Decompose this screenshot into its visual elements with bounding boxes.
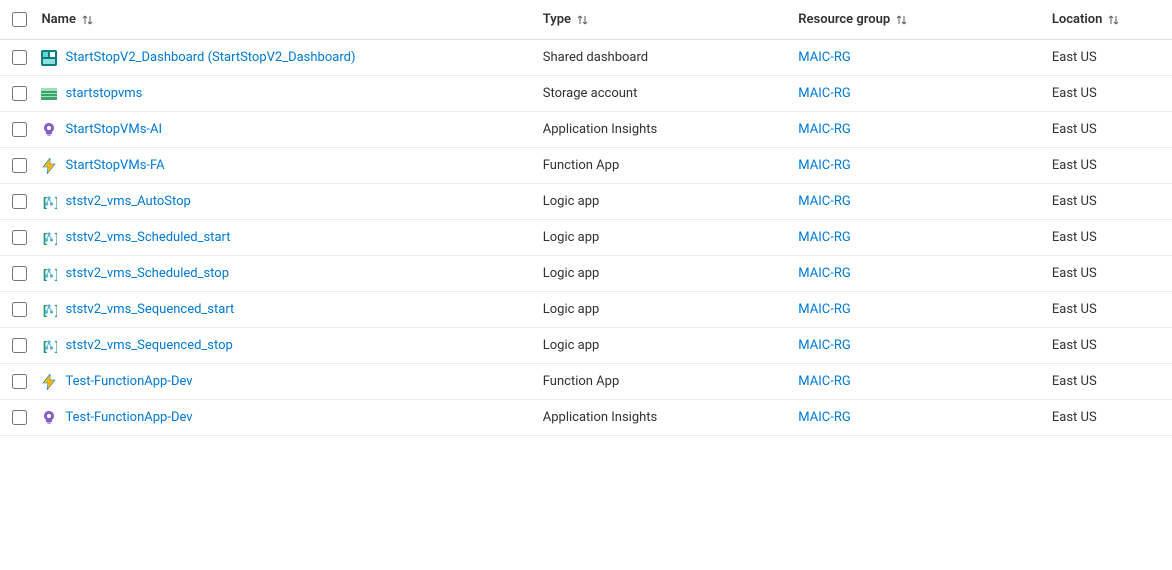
resource-name-link[interactable]: ststv2_vms_AutoStop — [65, 194, 190, 209]
row-checkbox[interactable] — [12, 266, 27, 281]
resource-location: East US — [1052, 194, 1097, 209]
resource-type: Storage account — [543, 86, 638, 101]
resource-name-link[interactable]: StartStopV2_Dashboard (StartStopV2_Dashb… — [65, 50, 355, 65]
function-app-icon — [41, 158, 57, 174]
table-row: ststv2_vms_Scheduled_stop Logic app MAIC-R… — [0, 256, 1172, 292]
table-row: StartStopV2_Dashboard (StartStopV2_Dashb… — [0, 40, 1172, 76]
resource-location: East US — [1052, 230, 1097, 245]
resource-group-link[interactable]: MAIC-RG — [798, 50, 850, 65]
row-checkbox[interactable] — [12, 338, 27, 353]
resource-name-link[interactable]: Test-FunctionApp-Dev — [65, 374, 192, 389]
dashboard-icon — [41, 50, 57, 66]
row-checkbox[interactable] — [12, 50, 27, 65]
column-header-type[interactable]: Type — [543, 12, 588, 27]
column-header-name[interactable]: Name — [41, 12, 92, 27]
resource-type: Logic app — [543, 194, 600, 209]
table-row: ststv2_vms_AutoStop Logic app MAIC-RG East … — [0, 184, 1172, 220]
resource-location: East US — [1052, 410, 1097, 425]
resource-location: East US — [1052, 266, 1097, 281]
resource-type: Logic app — [543, 266, 600, 281]
resource-type: Shared dashboard — [543, 50, 648, 65]
resource-name-link[interactable]: startstopvms — [65, 86, 142, 101]
resource-location: East US — [1052, 338, 1097, 353]
resource-name-link[interactable]: StartStopVMs-AI — [65, 122, 162, 137]
row-checkbox[interactable] — [12, 158, 27, 173]
resource-type: Function App — [543, 158, 620, 173]
resource-name-link[interactable]: ststv2_vms_Sequenced_start — [65, 302, 234, 317]
sort-updown-icon — [82, 15, 93, 25]
row-checkbox[interactable] — [12, 230, 27, 245]
resource-group-link[interactable]: MAIC-RG — [798, 302, 850, 317]
sort-updown-icon — [896, 15, 907, 25]
resource-name-link[interactable]: ststv2_vms_Scheduled_stop — [65, 266, 229, 281]
table-body: StartStopV2_Dashboard (StartStopV2_Dashb… — [0, 40, 1172, 436]
resource-type: Application Insights — [543, 410, 658, 425]
column-header-label: Name — [41, 12, 75, 27]
resource-group-link[interactable]: MAIC-RG — [798, 338, 850, 353]
resource-name-link[interactable]: ststv2_vms_Sequenced_stop — [65, 338, 232, 353]
resource-name-link[interactable]: ststv2_vms_Scheduled_start — [65, 230, 230, 245]
row-checkbox[interactable] — [12, 86, 27, 101]
resource-location: East US — [1052, 50, 1097, 65]
table-row: Test-FunctionApp-Dev Function App MAIC-RG E… — [0, 364, 1172, 400]
sort-updown-icon — [1108, 15, 1119, 25]
resource-location: East US — [1052, 86, 1097, 101]
resource-type: Logic app — [543, 302, 600, 317]
column-header-label: Type — [543, 12, 571, 27]
column-header-label: Resource group — [798, 12, 890, 27]
column-header-location[interactable]: Location — [1052, 12, 1120, 27]
column-header-label: Location — [1052, 12, 1103, 27]
storage-account-icon — [41, 86, 57, 102]
row-checkbox[interactable] — [12, 194, 27, 209]
resource-group-link[interactable]: MAIC-RG — [798, 230, 850, 245]
resource-type: Logic app — [543, 338, 600, 353]
table-row: ststv2_vms_Sequenced_start Logic app MAIC-… — [0, 292, 1172, 328]
logic-app-icon — [41, 266, 57, 282]
row-checkbox[interactable] — [12, 122, 27, 137]
function-app-icon — [41, 374, 57, 390]
resources-table: Name Type Resource group Location StartS… — [0, 0, 1172, 436]
table-row: startstopvms Storage account MAIC-RG East U… — [0, 76, 1172, 112]
resource-name-link[interactable]: Test-FunctionApp-Dev — [65, 410, 192, 425]
application-insights-icon — [41, 410, 57, 426]
resource-location: East US — [1052, 302, 1097, 317]
resource-group-link[interactable]: MAIC-RG — [798, 374, 850, 389]
resource-group-link[interactable]: MAIC-RG — [798, 122, 850, 137]
resource-type: Logic app — [543, 230, 600, 245]
table-row: Test-FunctionApp-Dev Application Insights… — [0, 400, 1172, 436]
application-insights-icon — [41, 122, 57, 138]
logic-app-icon — [41, 302, 57, 318]
resource-location: East US — [1052, 122, 1097, 137]
resource-type: Application Insights — [543, 122, 658, 137]
resource-group-link[interactable]: MAIC-RG — [798, 158, 850, 173]
resource-name-link[interactable]: StartStopVMs-FA — [65, 158, 164, 173]
row-checkbox[interactable] — [12, 410, 27, 425]
table-header-row: Name Type Resource group Location — [0, 0, 1172, 40]
row-checkbox[interactable] — [12, 302, 27, 317]
table-row: ststv2_vms_Scheduled_start Logic app MAIC-… — [0, 220, 1172, 256]
select-all-checkbox[interactable] — [12, 12, 27, 27]
sort-updown-icon — [577, 15, 588, 25]
table-row: ststv2_vms_Sequenced_stop Logic app MAIC-R… — [0, 328, 1172, 364]
row-checkbox[interactable] — [12, 374, 27, 389]
resource-type: Function App — [543, 374, 620, 389]
resource-group-link[interactable]: MAIC-RG — [798, 410, 850, 425]
logic-app-icon — [41, 194, 57, 210]
logic-app-icon — [41, 230, 57, 246]
resource-group-link[interactable]: MAIC-RG — [798, 194, 850, 209]
table-row: StartStopVMs-AI Application Insights MAIC-… — [0, 112, 1172, 148]
resource-group-link[interactable]: MAIC-RG — [798, 266, 850, 281]
column-header-resource-group[interactable]: Resource group — [798, 12, 907, 27]
table-row: StartStopVMs-FA Function App MAIC-RG East U… — [0, 148, 1172, 184]
resource-location: East US — [1052, 158, 1097, 173]
logic-app-icon — [41, 338, 57, 354]
resource-location: East US — [1052, 374, 1097, 389]
resource-group-link[interactable]: MAIC-RG — [798, 86, 850, 101]
